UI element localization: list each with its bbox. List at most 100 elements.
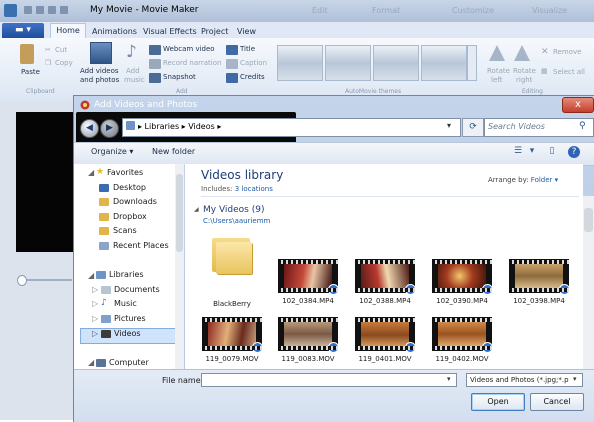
file-type-filter[interactable]: Videos and Photos (*.jpg;*.p bbox=[466, 373, 583, 387]
video-file-item[interactable]: 102_0388.MP4 bbox=[351, 259, 419, 317]
microphone-icon[interactable] bbox=[149, 59, 161, 69]
webcam-video-label[interactable]: Webcam video bbox=[163, 45, 215, 53]
redo-icon[interactable] bbox=[48, 6, 56, 14]
rotate-left-label-2[interactable]: left bbox=[491, 76, 502, 84]
rotate-left-label-1[interactable]: Rotate bbox=[487, 67, 510, 75]
seek-slider-track[interactable] bbox=[20, 279, 72, 281]
video-file-item[interactable]: 102_0384.MP4 bbox=[274, 259, 342, 317]
automovie-theme-3[interactable] bbox=[373, 45, 419, 81]
copy-icon[interactable]: ❐ bbox=[45, 59, 51, 67]
nav-favorites[interactable]: Favorites bbox=[107, 168, 143, 177]
paste-button-label[interactable]: Paste bbox=[21, 68, 40, 76]
video-file-item[interactable]: 119_0079.MOV bbox=[198, 317, 266, 375]
search-icon[interactable]: ⚲ bbox=[579, 121, 586, 131]
refresh-icon[interactable]: ⟳ bbox=[462, 118, 484, 137]
video-file-item[interactable]: 119_0402.MOV bbox=[428, 317, 496, 375]
automovie-theme-2[interactable] bbox=[325, 45, 371, 81]
nav-recent-places[interactable]: Recent Places bbox=[113, 241, 169, 250]
forward-arrow-icon[interactable]: ▶ bbox=[100, 119, 119, 138]
collapse-arrow-icon[interactable]: ▷ bbox=[92, 299, 98, 308]
tab-project[interactable]: Project bbox=[201, 27, 228, 36]
nav-pictures[interactable]: Pictures bbox=[114, 314, 146, 323]
close-button[interactable]: x bbox=[562, 97, 594, 113]
expand-arrow-icon[interactable]: ◢ bbox=[88, 358, 94, 367]
group-collapse-icon[interactable]: ◢ bbox=[194, 206, 199, 213]
nav-videos[interactable]: Videos bbox=[114, 329, 141, 338]
library-locations-link[interactable]: 3 locations bbox=[235, 185, 273, 193]
cut-button-label[interactable]: Cut bbox=[55, 46, 67, 54]
credits-icon[interactable] bbox=[226, 73, 238, 83]
music-note-icon[interactable]: ♪ bbox=[126, 42, 137, 62]
group-title[interactable]: My Videos (9) bbox=[203, 205, 264, 215]
record-narration-label[interactable]: Record narration bbox=[163, 59, 221, 67]
caption-icon[interactable] bbox=[226, 59, 238, 69]
nav-music[interactable]: Music bbox=[114, 299, 137, 308]
expand-arrow-icon[interactable]: ◢ bbox=[88, 168, 94, 177]
rotate-right-label-2[interactable]: right bbox=[516, 76, 532, 84]
select-all-icon[interactable]: ▦ bbox=[541, 67, 548, 75]
nav-desktop[interactable]: Desktop bbox=[113, 183, 146, 192]
back-arrow-icon[interactable]: ◀ bbox=[80, 119, 99, 138]
seek-slider-handle[interactable] bbox=[17, 275, 27, 286]
add-music-label-line1[interactable]: Add bbox=[126, 67, 140, 75]
file-name-input[interactable] bbox=[201, 373, 457, 387]
select-all-label[interactable]: Select all bbox=[553, 68, 585, 76]
file-name-dropdown-icon[interactable]: ▾ bbox=[447, 375, 451, 383]
save-icon[interactable] bbox=[24, 6, 32, 14]
content-scrollbar-thumb[interactable] bbox=[584, 208, 593, 232]
video-file-item[interactable]: 102_0398.MP4 bbox=[505, 259, 573, 317]
preview-pane-icon[interactable]: ▯ bbox=[544, 144, 560, 159]
title-icon[interactable] bbox=[226, 45, 238, 55]
contextual-tab-customize[interactable]: Customize bbox=[452, 6, 494, 15]
new-folder-button[interactable]: New folder bbox=[152, 147, 195, 156]
tab-visual-effects[interactable]: Visual Effects bbox=[143, 27, 197, 36]
credits-button-label[interactable]: Credits bbox=[240, 73, 265, 81]
tab-animations[interactable]: Animations bbox=[92, 27, 137, 36]
nav-dropbox[interactable]: Dropbox bbox=[113, 212, 147, 221]
title-button-label[interactable]: Title bbox=[240, 45, 255, 53]
undo-icon[interactable] bbox=[36, 6, 44, 14]
add-videos-label-line2[interactable]: and photos bbox=[80, 76, 119, 84]
help-icon[interactable]: ? bbox=[568, 146, 580, 158]
automovie-theme-1[interactable] bbox=[277, 45, 323, 81]
contextual-tab-format[interactable]: Format bbox=[372, 6, 400, 15]
caption-button-label[interactable]: Caption bbox=[240, 59, 267, 67]
webcam-icon[interactable] bbox=[149, 45, 161, 55]
cancel-button[interactable]: Cancel bbox=[530, 393, 584, 411]
collapse-arrow-icon[interactable]: ▷ bbox=[92, 285, 98, 294]
video-file-item[interactable]: 119_0401.MOV bbox=[351, 317, 419, 375]
nav-scans[interactable]: Scans bbox=[113, 226, 137, 235]
scissors-icon[interactable]: ✂ bbox=[45, 46, 51, 54]
tab-home[interactable]: Home bbox=[50, 23, 86, 39]
paste-icon[interactable] bbox=[20, 44, 34, 64]
snapshot-label[interactable]: Snapshot bbox=[163, 73, 196, 81]
nav-libraries[interactable]: Libraries bbox=[109, 270, 144, 279]
file-menu-button[interactable]: ▬ ▾ bbox=[2, 23, 44, 38]
contextual-tab-edit[interactable]: Edit bbox=[312, 6, 328, 15]
copy-button-label[interactable]: Copy bbox=[55, 59, 73, 67]
remove-icon[interactable]: ✕ bbox=[541, 47, 549, 57]
video-file-item[interactable]: 119_0083.MOV bbox=[274, 317, 342, 375]
tab-view[interactable]: View bbox=[237, 27, 256, 36]
nav-downloads[interactable]: Downloads bbox=[113, 197, 157, 206]
collapse-arrow-icon[interactable]: ▷ bbox=[92, 329, 98, 338]
expand-arrow-icon[interactable]: ◢ bbox=[88, 271, 94, 280]
view-dropdown-icon[interactable]: ▾ bbox=[524, 144, 540, 159]
address-dropdown-icon[interactable]: ▾ bbox=[447, 121, 451, 130]
quick-access-dropdown-icon[interactable] bbox=[60, 6, 68, 14]
arrange-by-dropdown[interactable]: Folder ▾ bbox=[531, 176, 558, 184]
add-videos-label-line1[interactable]: Add videos bbox=[80, 67, 119, 75]
remove-button-label[interactable]: Remove bbox=[553, 48, 581, 56]
video-file-item[interactable]: 102_0390.MP4 bbox=[428, 259, 496, 317]
automovie-theme-4[interactable] bbox=[421, 45, 467, 81]
open-button[interactable]: Open bbox=[471, 393, 525, 411]
filter-dropdown-icon[interactable]: ▾ bbox=[573, 375, 577, 383]
film-photo-icon[interactable] bbox=[90, 42, 112, 64]
organize-menu[interactable]: Organize ▾ bbox=[91, 147, 133, 156]
snapshot-icon[interactable] bbox=[149, 73, 161, 83]
nav-computer[interactable]: Computer bbox=[109, 358, 149, 367]
nav-documents[interactable]: Documents bbox=[114, 285, 160, 294]
add-music-label-line2[interactable]: music bbox=[124, 76, 145, 84]
nav-scrollbar-thumb[interactable] bbox=[176, 174, 183, 252]
contextual-tab-visualize[interactable]: Visualize bbox=[532, 6, 567, 15]
